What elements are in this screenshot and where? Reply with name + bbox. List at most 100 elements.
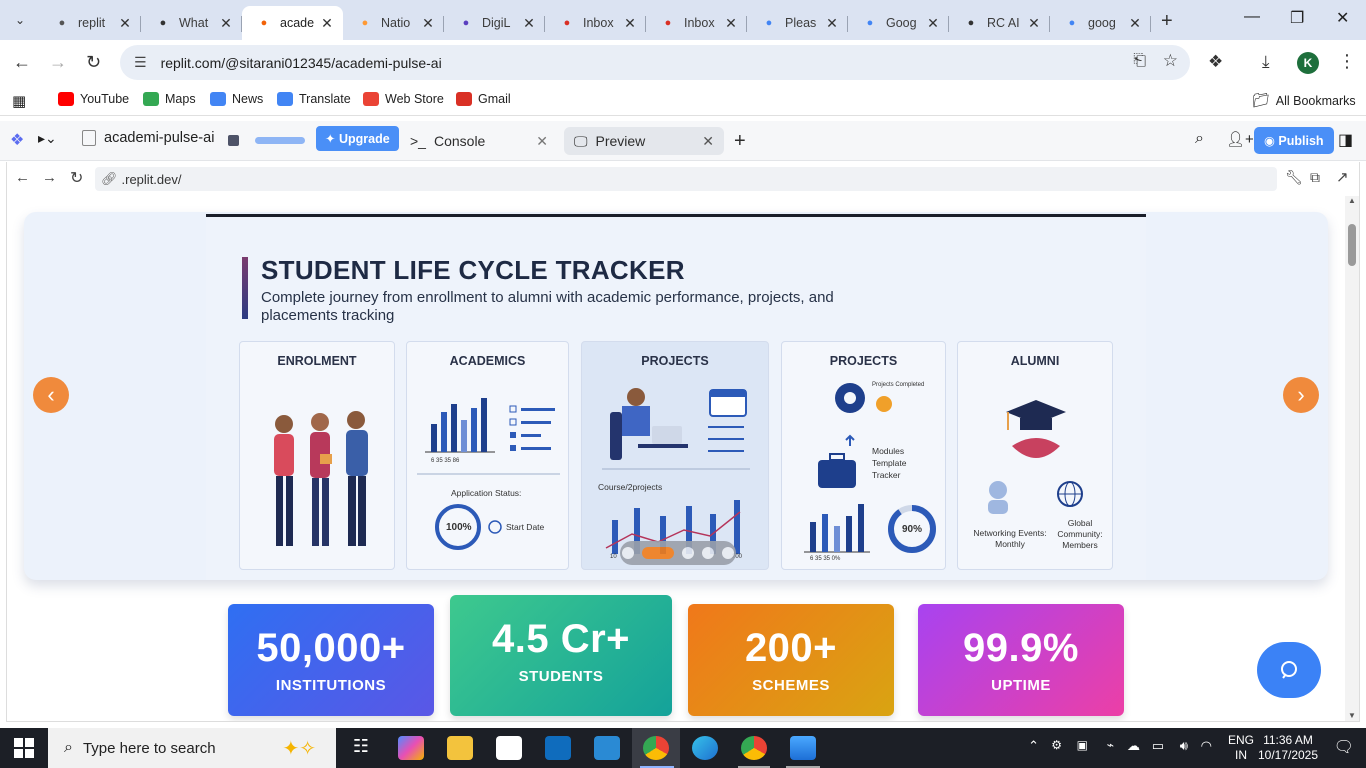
page-scrollbar[interactable]: ▲ ▼	[1345, 196, 1359, 721]
install-app-icon[interactable]: ⎗	[1133, 52, 1146, 70]
bookmark-news[interactable]: News	[210, 92, 263, 106]
tray-network-off-icon[interactable]: ⌁	[1107, 738, 1114, 752]
extensions-icon[interactable]: ❖	[1208, 52, 1223, 72]
photos-icon[interactable]	[790, 736, 816, 760]
back-button[interactable]: ←	[13, 52, 31, 73]
bookmark-translate[interactable]: Translate	[277, 92, 351, 106]
profile-avatar[interactable]: K	[1297, 52, 1319, 74]
close-tab-icon[interactable]: ✕	[218, 15, 234, 32]
browser-tab[interactable]: ● DigiL ✕	[444, 6, 545, 40]
chrome-profile-k-icon[interactable]	[643, 736, 669, 760]
notifications-icon[interactable]: 🗨︎	[1334, 737, 1354, 757]
battery-icon[interactable]: ▭	[1152, 738, 1164, 754]
address-bar[interactable]: ☰ replit.com/@sitarani012345/academi-pul…	[120, 45, 1190, 80]
forward-button[interactable]: →	[49, 52, 67, 73]
preview-url-field[interactable]: 🔗︎ .replit.dev/	[95, 167, 1277, 191]
restore-button[interactable]: ❐	[1290, 8, 1304, 28]
outlook-icon[interactable]	[545, 736, 571, 760]
new-tab-button[interactable]: +	[1161, 10, 1173, 33]
browser-tab[interactable]: ● goog ✕	[1050, 6, 1151, 40]
devtools-wrench-icon[interactable]: 🔧︎	[1285, 169, 1303, 186]
tab-console[interactable]: >_ Console ✕	[400, 127, 558, 155]
close-tab-icon[interactable]: ✕	[723, 15, 739, 32]
bookmark-star-icon[interactable]: ☆	[1163, 51, 1178, 71]
preview-url[interactable]: .replit.dev/	[122, 172, 182, 187]
publish-button[interactable]: ◉ Publish	[1254, 127, 1334, 154]
address-url[interactable]: replit.com/@sitarani012345/academi-pulse…	[161, 55, 442, 71]
task-view-icon[interactable]: ☷	[348, 736, 374, 760]
wifi-icon[interactable]: ◠	[1201, 738, 1212, 754]
reload-button[interactable]: ↻	[86, 52, 101, 73]
layout-toggle-icon[interactable]: ◨	[1338, 130, 1353, 150]
clock[interactable]: 11:36 AM 10/17/2025	[1254, 733, 1322, 763]
windows-start-icon[interactable]	[14, 738, 34, 761]
browser-menu-icon[interactable]: ⋮	[1338, 51, 1356, 72]
copilot-app-icon[interactable]	[398, 736, 424, 760]
file-explorer-icon[interactable]	[447, 736, 473, 760]
close-tab-icon[interactable]: ✕	[420, 15, 436, 32]
bookmark-web-store[interactable]: Web Store	[363, 92, 444, 106]
store-icon[interactable]	[496, 736, 522, 760]
browser-tab[interactable]: ● What ✕	[141, 6, 242, 40]
carousel-prev-button[interactable]: ‹	[33, 377, 69, 413]
carousel-dot[interactable]	[622, 547, 634, 559]
search-icon[interactable]: ⌕	[1195, 130, 1204, 148]
taskbar-search-box[interactable]: ⌕ Type here to search ✦✧	[48, 728, 336, 768]
browser-tab[interactable]: ● Inbox ✕	[545, 6, 646, 40]
open-new-window-icon[interactable]: ↗	[1336, 168, 1349, 186]
close-icon[interactable]: ✕	[702, 133, 714, 150]
vscode-icon[interactable]	[594, 736, 620, 760]
site-info-icon[interactable]: ☰	[134, 54, 147, 71]
carousel-dot[interactable]	[642, 547, 674, 559]
bookmark-maps[interactable]: Maps	[143, 92, 196, 106]
tab-preview[interactable]: 🖵︎ Preview ✕	[564, 127, 724, 155]
tab-search-button[interactable]: ⌄	[6, 6, 34, 34]
carousel-next-button[interactable]: ›	[1283, 377, 1319, 413]
show-hidden-icons-chevron[interactable]: ⌃	[1028, 738, 1039, 754]
edge-icon[interactable]	[692, 736, 718, 760]
tray-app-icon[interactable]: ⚙	[1051, 738, 1062, 752]
stop-icon[interactable]	[228, 135, 239, 146]
carousel-dot[interactable]	[722, 547, 734, 559]
close-window-button[interactable]: ✕	[1336, 8, 1349, 28]
chat-button[interactable]	[1257, 642, 1321, 698]
browser-tab[interactable]: ● Pleas ✕	[747, 6, 848, 40]
bookmark-youtube[interactable]: YouTube	[58, 92, 129, 106]
volume-icon[interactable]: 🔊︎	[1180, 738, 1188, 754]
preview-back-button[interactable]: ←	[15, 169, 30, 186]
add-tab-button[interactable]: +	[724, 127, 756, 155]
scroll-down-arrow[interactable]: ▼	[1348, 711, 1356, 720]
all-bookmarks-button[interactable]: 📁︎ All Bookmarks	[1252, 92, 1356, 109]
browser-tab[interactable]: ● acade ✕	[242, 6, 343, 40]
bookmark-gmail[interactable]: Gmail	[456, 92, 511, 106]
close-tab-icon[interactable]: ✕	[521, 15, 537, 32]
carousel-dot[interactable]	[702, 547, 714, 559]
close-tab-icon[interactable]: ✕	[117, 15, 133, 32]
close-tab-icon[interactable]: ✕	[319, 15, 335, 32]
close-tab-icon[interactable]: ✕	[1026, 15, 1042, 32]
workspace-menu-button[interactable]: ▸⌄	[38, 130, 57, 147]
download-icon[interactable]: ⤓	[1262, 52, 1270, 72]
invite-user-icon[interactable]: 👤︎+	[1226, 130, 1254, 148]
project-name-button[interactable]: academi-pulse-ai	[82, 130, 214, 146]
language-indicator[interactable]: ENG IN	[1228, 733, 1254, 763]
carousel-dot[interactable]	[682, 547, 694, 559]
close-tab-icon[interactable]: ✕	[824, 15, 840, 32]
preview-reload-button[interactable]: ↻	[70, 168, 83, 188]
chrome-profile-m-icon[interactable]	[741, 736, 767, 760]
replit-logo-icon[interactable]: ❖	[10, 130, 24, 150]
onedrive-cloud-icon[interactable]: ☁	[1127, 738, 1140, 754]
browser-tab[interactable]: ● RC AI ✕	[949, 6, 1050, 40]
browser-tab[interactable]: ● replit ✕	[40, 6, 141, 40]
close-tab-icon[interactable]: ✕	[925, 15, 941, 32]
close-icon[interactable]: ✕	[536, 133, 548, 150]
upgrade-button[interactable]: ✦ Upgrade	[316, 126, 399, 151]
browser-tab[interactable]: ● Natio ✕	[343, 6, 444, 40]
close-tab-icon[interactable]: ✕	[622, 15, 638, 32]
tray-camera-icon[interactable]: ▣	[1077, 738, 1088, 752]
minimize-button[interactable]: —	[1244, 8, 1260, 26]
apps-grid-icon[interactable]: ▦	[12, 92, 26, 110]
close-tab-icon[interactable]: ✕	[1127, 15, 1143, 32]
browser-tab[interactable]: ● Goog ✕	[848, 6, 949, 40]
scroll-up-arrow[interactable]: ▲	[1348, 196, 1356, 205]
